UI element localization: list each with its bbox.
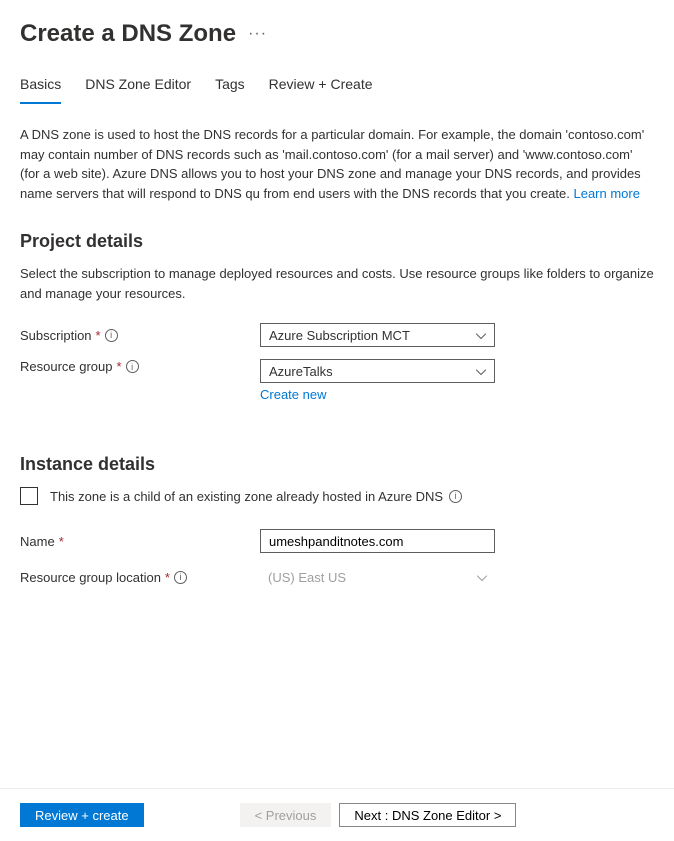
create-new-link[interactable]: Create new [260,387,495,402]
name-label-text: Name [20,534,55,549]
description-text: A DNS zone is used to host the DNS recor… [20,127,644,201]
child-zone-label-text: This zone is a child of an existing zone… [50,489,443,504]
resource-group-value: AzureTalks [269,364,333,379]
chevron-down-icon [477,570,487,585]
tab-basics[interactable]: Basics [20,76,61,104]
resource-group-label: Resource group * i [20,359,260,374]
required-indicator: * [165,570,170,585]
info-icon[interactable]: i [449,490,462,503]
more-actions-icon[interactable]: ··· [248,25,267,43]
previous-button: < Previous [240,803,332,827]
location-label: Resource group location * i [20,570,260,585]
required-indicator: * [96,328,101,343]
tab-dns-zone-editor[interactable]: DNS Zone Editor [85,76,191,104]
info-icon[interactable]: i [174,571,187,584]
chevron-down-icon [476,328,486,343]
zone-description: A DNS zone is used to host the DNS recor… [20,125,654,203]
child-zone-checkbox[interactable] [20,487,38,505]
resource-group-label-text: Resource group [20,359,113,374]
tab-review-create[interactable]: Review + Create [269,76,373,104]
location-select: (US) East US [260,565,495,589]
subscription-label-text: Subscription [20,328,92,343]
chevron-down-icon [476,364,486,379]
location-value: (US) East US [268,570,346,585]
footer: Review + create < Previous Next : DNS Zo… [0,788,674,841]
review-create-button[interactable]: Review + create [20,803,144,827]
subscription-value: Azure Subscription MCT [269,328,410,343]
tabs-container: Basics DNS Zone Editor Tags Review + Cre… [0,64,674,105]
location-label-text: Resource group location [20,570,161,585]
name-input[interactable] [260,529,495,553]
required-indicator: * [59,534,64,549]
resource-group-select[interactable]: AzureTalks [260,359,495,383]
info-icon[interactable]: i [126,360,139,373]
next-button[interactable]: Next : DNS Zone Editor > [339,803,516,827]
instance-details-title: Instance details [20,454,654,475]
info-icon[interactable]: i [105,329,118,342]
learn-more-link[interactable]: Learn more [573,186,639,201]
project-details-title: Project details [20,231,654,252]
subscription-label: Subscription * i [20,328,260,343]
child-zone-label: This zone is a child of an existing zone… [50,489,462,504]
tab-tags[interactable]: Tags [215,76,245,104]
name-label: Name * [20,534,260,549]
subscription-select[interactable]: Azure Subscription MCT [260,323,495,347]
page-title: Create a DNS Zone [20,20,236,48]
required-indicator: * [117,359,122,374]
project-details-description: Select the subscription to manage deploy… [20,264,654,303]
